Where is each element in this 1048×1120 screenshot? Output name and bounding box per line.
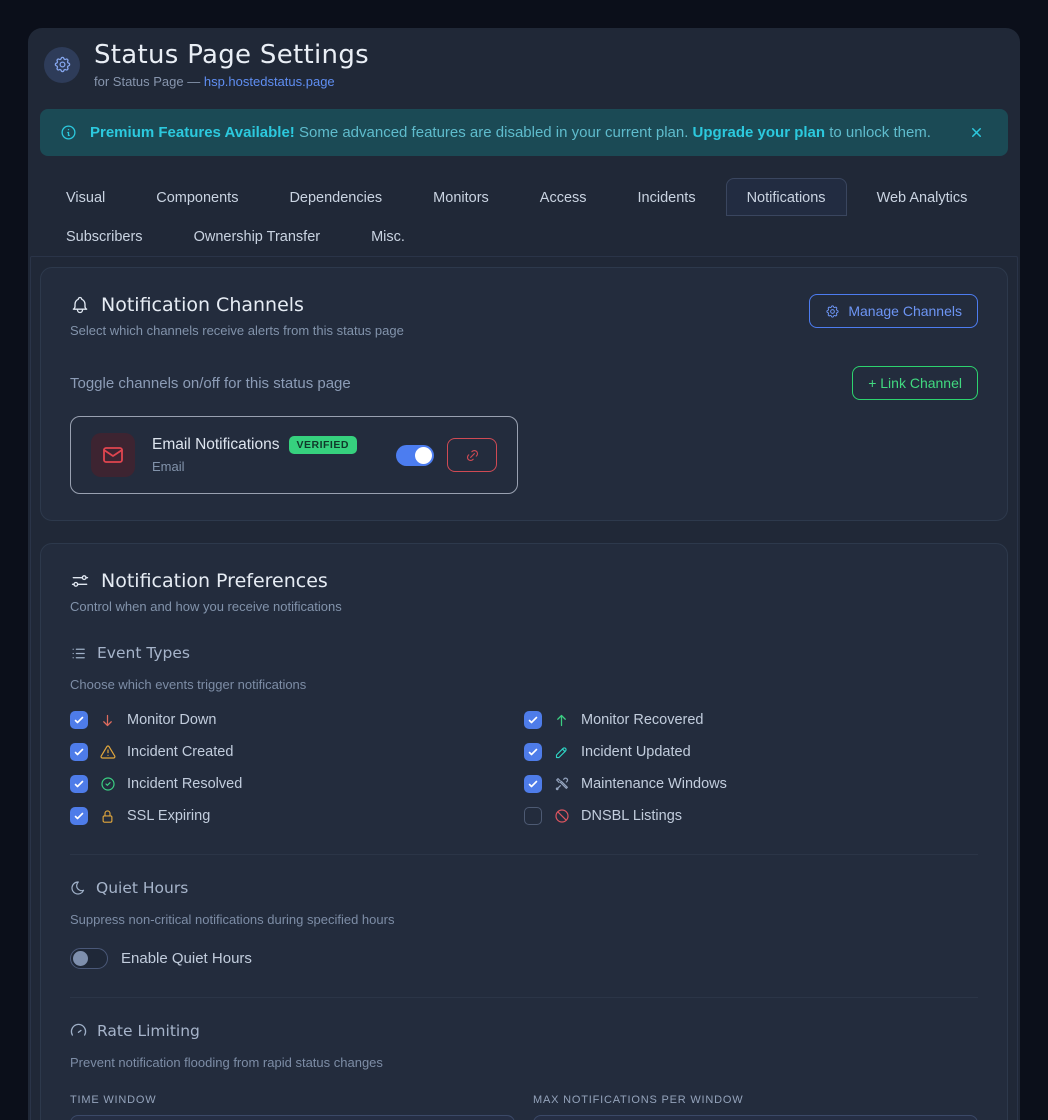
pencil-icon xyxy=(553,745,570,760)
check-circle-icon xyxy=(99,776,116,792)
link-channel-button[interactable]: + Link Channel xyxy=(852,366,978,400)
checkbox-checked[interactable] xyxy=(70,743,88,761)
rate-limiting-description: Prevent notification flooding from rapid… xyxy=(70,1055,978,1070)
tab-ownership-transfer[interactable]: Ownership Transfer xyxy=(173,217,342,255)
settings-panel: Status Page Settings for Status Page — h… xyxy=(28,28,1020,1120)
close-icon xyxy=(969,125,984,140)
manage-channels-button[interactable]: Manage Channels xyxy=(809,294,978,328)
status-page-link[interactable]: hsp.hostedstatus.page xyxy=(204,74,335,89)
event-incident-updated[interactable]: Incident Updated xyxy=(524,742,978,762)
event-monitor-recovered[interactable]: Monitor Recovered xyxy=(524,710,978,730)
time-window-label: TIME WINDOW xyxy=(70,1094,515,1106)
rate-limiting-heading: Rate Limiting xyxy=(70,1022,978,1040)
time-window-field: TIME WINDOW 15 minutes xyxy=(70,1094,515,1120)
banner-text: Premium Features Available! Some advance… xyxy=(90,124,931,141)
settings-tabs: Visual Components Dependencies Monitors … xyxy=(45,178,1005,256)
checkbox-checked[interactable] xyxy=(524,743,542,761)
checkbox-checked[interactable] xyxy=(70,775,88,793)
event-maintenance-windows[interactable]: Maintenance Windows xyxy=(524,774,978,794)
tab-content: Notification Channels Select which chann… xyxy=(30,256,1018,1120)
checkbox-checked[interactable] xyxy=(70,711,88,729)
quiet-hours-toggle-label: Enable Quiet Hours xyxy=(121,950,252,967)
upgrade-plan-link[interactable]: Upgrade your plan xyxy=(693,124,826,141)
ban-icon xyxy=(553,808,570,824)
quiet-hours-toggle[interactable] xyxy=(70,948,108,969)
bell-icon xyxy=(70,295,90,315)
preferences-subtitle: Control when and how you receive notific… xyxy=(70,599,978,614)
info-icon xyxy=(60,124,77,141)
max-notifications-label: MAX NOTIFICATIONS PER WINDOW xyxy=(533,1094,978,1106)
event-types-heading: Event Types xyxy=(70,644,978,662)
list-icon xyxy=(70,645,87,662)
notification-channels-card: Notification Channels Select which chann… xyxy=(40,267,1008,521)
event-incident-resolved[interactable]: Incident Resolved xyxy=(70,774,524,794)
gear-icon xyxy=(825,304,840,319)
email-channel-card: Email Notifications VERIFIED Email xyxy=(70,416,518,494)
event-ssl-expiring[interactable]: SSL Expiring xyxy=(70,806,524,826)
page-header: Status Page Settings for Status Page — h… xyxy=(28,28,1020,89)
event-types-description: Choose which events trigger notification… xyxy=(70,677,978,692)
moon-icon xyxy=(70,880,86,896)
sliders-icon xyxy=(70,571,90,591)
premium-banner: Premium Features Available! Some advance… xyxy=(40,109,1008,156)
tab-monitors[interactable]: Monitors xyxy=(412,178,510,216)
tab-misc[interactable]: Misc. xyxy=(350,217,426,255)
gear-icon xyxy=(53,55,72,74)
arrow-down-icon xyxy=(99,713,116,728)
tools-icon xyxy=(553,776,570,792)
tab-access[interactable]: Access xyxy=(519,178,608,216)
quiet-hours-description: Suppress non-critical notifications duri… xyxy=(70,912,978,927)
unlink-channel-button[interactable] xyxy=(447,438,497,472)
tab-notifications[interactable]: Notifications xyxy=(726,178,847,216)
gauge-icon xyxy=(70,1023,87,1040)
preferences-title: Notification Preferences xyxy=(70,570,978,592)
tab-components[interactable]: Components xyxy=(135,178,259,216)
divider xyxy=(70,854,978,855)
channel-type: Email xyxy=(152,459,357,474)
event-types-grid: Monitor Down Monitor Recovered Incident … xyxy=(70,710,978,826)
settings-badge xyxy=(44,47,80,83)
tab-dependencies[interactable]: Dependencies xyxy=(268,178,403,216)
divider xyxy=(70,997,978,998)
envelope-icon xyxy=(91,433,135,477)
channels-subtitle: Select which channels receive alerts fro… xyxy=(70,323,404,338)
banner-close-button[interactable] xyxy=(965,121,988,144)
verified-badge: VERIFIED xyxy=(289,436,357,454)
checkbox-checked[interactable] xyxy=(524,775,542,793)
checkbox-checked[interactable] xyxy=(70,807,88,825)
quiet-hours-heading: Quiet Hours xyxy=(70,879,978,897)
time-window-select[interactable]: 15 minutes xyxy=(70,1115,515,1120)
event-monitor-down[interactable]: Monitor Down xyxy=(70,710,524,730)
page-title: Status Page Settings xyxy=(94,40,369,70)
channels-title: Notification Channels xyxy=(70,294,404,316)
lock-icon xyxy=(99,809,116,824)
max-notifications-field: MAX NOTIFICATIONS PER WINDOW xyxy=(533,1094,978,1120)
tab-subscribers[interactable]: Subscribers xyxy=(45,217,164,255)
arrow-up-icon xyxy=(553,713,570,728)
notification-preferences-card: Notification Preferences Control when an… xyxy=(40,543,1008,1120)
warning-triangle-icon xyxy=(99,744,116,760)
banner-bold-text: Premium Features Available! xyxy=(90,124,295,141)
tab-web-analytics[interactable]: Web Analytics xyxy=(856,178,989,216)
channel-name: Email Notifications xyxy=(152,436,280,454)
tab-visual[interactable]: Visual xyxy=(45,178,126,216)
page-subtitle: for Status Page — hsp.hostedstatus.page xyxy=(94,74,369,89)
email-channel-toggle[interactable] xyxy=(396,445,434,466)
event-dnsbl-listings[interactable]: DNSBL Listings xyxy=(524,806,978,826)
tab-incidents[interactable]: Incidents xyxy=(617,178,717,216)
event-incident-created[interactable]: Incident Created xyxy=(70,742,524,762)
link-icon xyxy=(465,448,480,463)
toggle-channels-hint: Toggle channels on/off for this status p… xyxy=(70,375,351,392)
checkbox-unchecked[interactable] xyxy=(524,807,542,825)
checkbox-checked[interactable] xyxy=(524,711,542,729)
